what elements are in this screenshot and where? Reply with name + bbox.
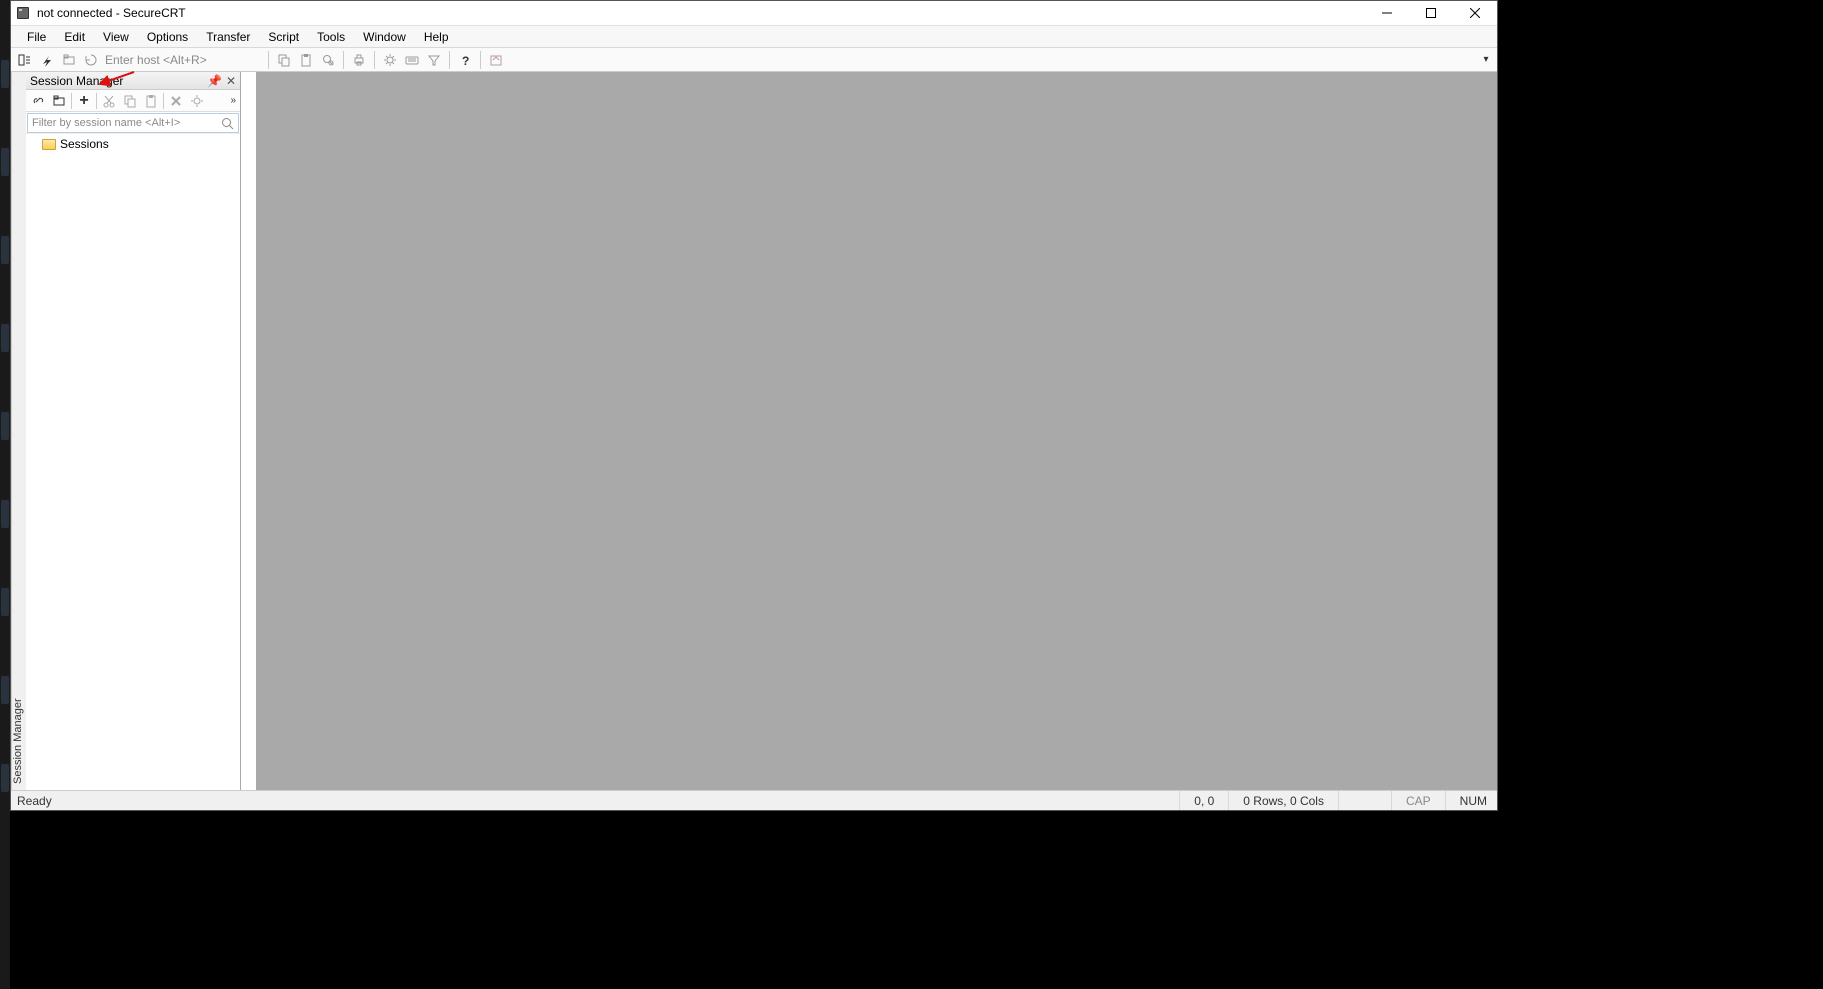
securefx-icon[interactable] xyxy=(486,50,506,70)
menu-window[interactable]: Window xyxy=(355,28,414,46)
filter-input[interactable] xyxy=(32,117,221,129)
filter-icon[interactable] xyxy=(424,50,444,70)
main-window: not connected - SecureCRT File Edit View… xyxy=(10,0,1498,811)
app-icon xyxy=(15,5,31,21)
toolbar-separator xyxy=(343,51,344,69)
pin-icon[interactable]: 📌 xyxy=(207,74,222,88)
quick-connect-icon[interactable] xyxy=(37,50,57,70)
filter-row xyxy=(27,113,239,133)
new-session-button[interactable]: + xyxy=(74,91,94,111)
window-controls xyxy=(1365,1,1497,25)
client-area: Session Manager Session Manager 📌 ✕ + xyxy=(11,72,1497,790)
session-manager-toggle-icon[interactable] xyxy=(15,50,35,70)
menu-file[interactable]: File xyxy=(19,28,54,46)
terminal-workspace[interactable] xyxy=(256,72,1497,790)
session-manager-vertical-tab[interactable]: Session Manager xyxy=(11,72,26,790)
status-ready: Ready xyxy=(17,794,1179,808)
menu-bar: File Edit View Options Transfer Script T… xyxy=(11,26,1497,48)
cut-icon[interactable] xyxy=(99,91,119,111)
folder-icon xyxy=(42,139,56,150)
status-bar: Ready 0, 0 0 Rows, 0 Cols CAP NUM xyxy=(11,790,1497,810)
toolbar-separator xyxy=(480,51,481,69)
toolbar-separator xyxy=(374,51,375,69)
menu-edit[interactable]: Edit xyxy=(56,28,93,46)
help-icon[interactable]: ? xyxy=(455,50,475,70)
tree-item-label: Sessions xyxy=(60,137,109,151)
host-input[interactable] xyxy=(103,52,263,68)
toolbar-separator xyxy=(449,51,450,69)
search-icon[interactable] xyxy=(221,117,234,130)
session-options-icon[interactable] xyxy=(380,50,400,70)
connect-icon[interactable] xyxy=(28,91,48,111)
session-manager-panel: Session Manager 📌 ✕ + » xyxy=(26,72,241,790)
connect-in-tab-icon[interactable] xyxy=(59,50,79,70)
main-toolbar: ? ▾ xyxy=(11,48,1497,72)
svg-text:?: ? xyxy=(462,54,469,67)
find-icon[interactable] xyxy=(318,50,338,70)
paste-icon[interactable] xyxy=(296,50,316,70)
menu-transfer[interactable]: Transfer xyxy=(198,28,258,46)
status-cap: CAP xyxy=(1391,791,1445,810)
keyboard-icon[interactable] xyxy=(402,50,422,70)
panel-overflow-icon[interactable]: » xyxy=(228,95,238,106)
delete-icon[interactable] xyxy=(166,91,186,111)
status-coords: 0, 0 xyxy=(1179,791,1228,810)
menu-help[interactable]: Help xyxy=(416,28,457,46)
status-rows-cols: 0 Rows, 0 Cols xyxy=(1228,791,1338,810)
properties-icon[interactable] xyxy=(187,91,207,111)
open-in-tab-icon[interactable] xyxy=(49,91,69,111)
panel-header[interactable]: Session Manager 📌 ✕ xyxy=(26,72,240,90)
panel-separator xyxy=(163,93,164,109)
print-icon[interactable] xyxy=(349,50,369,70)
window-title: not connected - SecureCRT xyxy=(37,6,1365,20)
toolbar-expand-icon[interactable]: ▾ xyxy=(1479,50,1493,70)
menu-options[interactable]: Options xyxy=(139,28,196,46)
copy-icon[interactable] xyxy=(274,50,294,70)
minimize-button[interactable] xyxy=(1365,1,1409,25)
panel-separator xyxy=(96,93,97,109)
reconnect-icon[interactable] xyxy=(81,50,101,70)
menu-script[interactable]: Script xyxy=(260,28,307,46)
panel-title: Session Manager xyxy=(30,74,207,88)
close-button[interactable] xyxy=(1453,1,1497,25)
menu-view[interactable]: View xyxy=(95,28,137,46)
title-bar[interactable]: not connected - SecureCRT xyxy=(11,1,1497,26)
panel-separator xyxy=(71,93,72,109)
maximize-button[interactable] xyxy=(1409,1,1453,25)
panel-toolbar: + » xyxy=(26,90,240,112)
panel-copy-icon[interactable] xyxy=(120,91,140,111)
panel-paste-icon[interactable] xyxy=(141,91,161,111)
tree-root-item[interactable]: Sessions xyxy=(30,136,236,152)
status-spacer xyxy=(1338,791,1391,810)
status-num: NUM xyxy=(1445,791,1491,810)
left-taskbar-fragment xyxy=(0,0,10,989)
toolbar-separator xyxy=(268,51,269,69)
menu-tools[interactable]: Tools xyxy=(309,28,353,46)
panel-close-icon[interactable]: ✕ xyxy=(226,74,236,88)
session-tree[interactable]: Sessions xyxy=(26,133,240,790)
